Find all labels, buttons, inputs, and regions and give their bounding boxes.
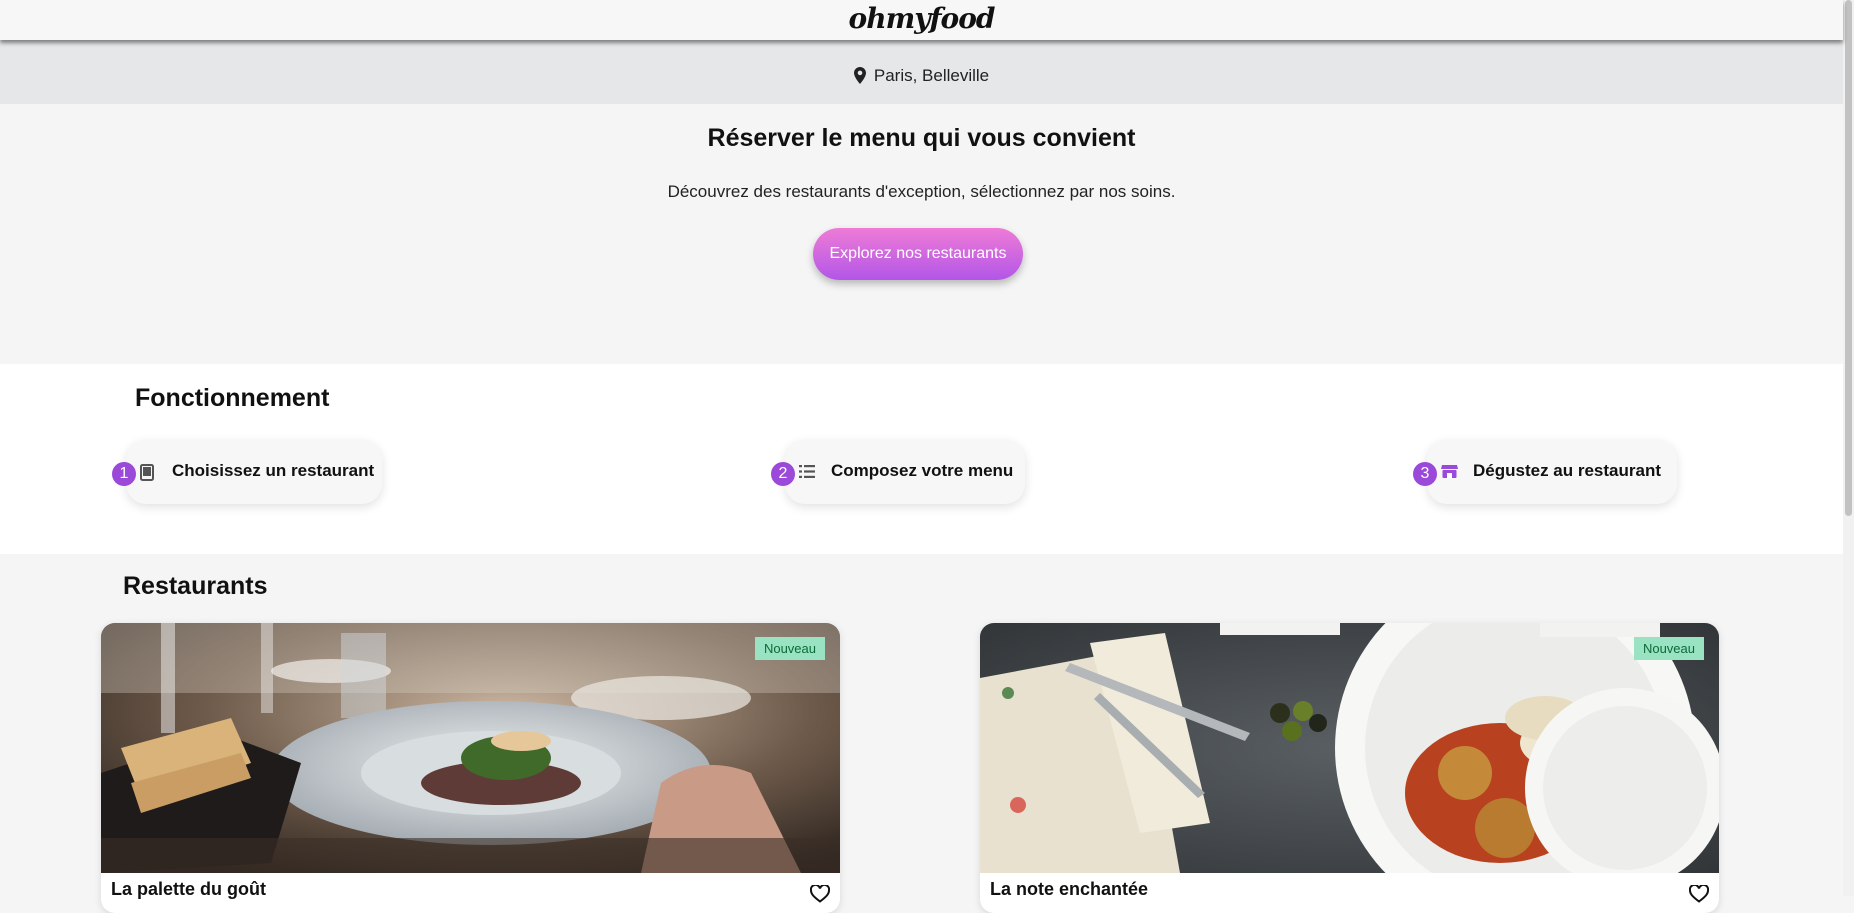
store-icon xyxy=(1441,465,1458,478)
step-taste-restaurant[interactable]: 3 Dégustez au restaurant xyxy=(1413,440,1677,504)
hero-subtitle: Découvrez des restaurants d'exception, s… xyxy=(667,182,1176,201)
new-badge: Nouveau xyxy=(754,637,825,660)
scrollbar[interactable] xyxy=(1843,0,1854,896)
step-compose-menu[interactable]: 2 Composez votre menu xyxy=(771,440,1025,504)
site-header: ohmyfood xyxy=(0,0,1843,40)
step-number: 1 xyxy=(112,462,136,486)
step-number: 3 xyxy=(1413,462,1437,486)
explore-restaurants-button[interactable]: Explorez nos restaurants xyxy=(813,228,1023,280)
list-icon xyxy=(799,465,815,478)
restaurants-section: Restaurants Nouveau La palette du goût N… xyxy=(0,554,1843,913)
scrollbar-thumb[interactable] xyxy=(1845,0,1852,516)
logo[interactable]: ohmyfood xyxy=(0,2,1843,35)
heart-outline-icon[interactable] xyxy=(1689,885,1709,903)
step-label: Dégustez au restaurant xyxy=(1473,461,1661,480)
step-number: 2 xyxy=(771,462,795,486)
step-label: Composez votre menu xyxy=(831,461,1014,480)
restaurants-title: Restaurants xyxy=(123,572,268,600)
how-it-works-title: Fonctionnement xyxy=(135,384,330,412)
location-text: Paris, Belleville xyxy=(873,66,990,85)
hero-section: Réserver le menu qui vous convient Décou… xyxy=(0,104,1843,364)
restaurant-card[interactable]: Nouveau La note enchantée xyxy=(980,623,1719,913)
location: Paris, Belleville xyxy=(0,66,1843,86)
new-badge: Nouveau xyxy=(1633,637,1704,660)
hero-title: Réserver le menu qui vous convient xyxy=(707,124,1136,152)
restaurant-name: La note enchantée xyxy=(990,879,1149,899)
heart-outline-icon[interactable] xyxy=(810,885,830,903)
restaurant-photo xyxy=(980,623,1719,873)
restaurant-card[interactable]: Nouveau La palette du goût xyxy=(101,623,840,913)
map-pin-icon xyxy=(853,67,866,84)
restaurant-photo xyxy=(101,623,840,873)
step-label: Choisissez un restaurant xyxy=(172,461,375,480)
restaurant-name: La palette du goût xyxy=(111,879,266,899)
location-bar: Paris, Belleville xyxy=(0,40,1843,104)
tablet-icon xyxy=(140,464,154,481)
how-it-works-section: Fonctionnement 1 Choisissez un restauran… xyxy=(0,364,1843,554)
step-choose-restaurant[interactable]: 1 Choisissez un restaurant xyxy=(112,440,382,504)
